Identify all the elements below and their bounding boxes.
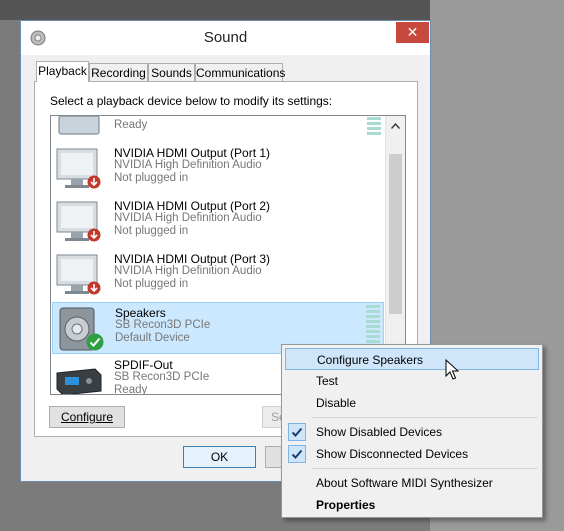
device-item-hdmi-1[interactable]: NVIDIA HDMI Output (Port 1) NVIDIA High …: [52, 143, 384, 195]
device-status: Not plugged in: [114, 172, 189, 184]
unplugged-arrow-icon: [87, 228, 101, 245]
device-item-hdmi-3[interactable]: NVIDIA HDMI Output (Port 3) NVIDIA High …: [52, 249, 384, 301]
window-title: Sound: [203, 29, 248, 46]
device-name: SPDIF-Out: [114, 358, 173, 372]
device-driver: NVIDIA High Definition Audio: [114, 212, 262, 224]
menu-item-show-disabled[interactable]: Show Disabled Devices: [285, 421, 539, 443]
menu-item-label: Disable: [316, 396, 357, 410]
menu-item-properties[interactable]: Properties: [285, 494, 539, 516]
spdif-receiver-icon: [55, 359, 103, 394]
checkmark-icon: [288, 445, 306, 463]
configure-label: Configure: [60, 410, 114, 424]
device-driver: SB Recon3D PCIe: [114, 371, 210, 383]
menu-item-label: Configure Speakers: [317, 353, 424, 367]
checkmark-icon: [288, 423, 306, 441]
device-item-hdmi-2[interactable]: NVIDIA HDMI Output (Port 2) NVIDIA High …: [52, 196, 384, 248]
tab-playback[interactable]: Playback: [36, 61, 89, 82]
configure-button[interactable]: Configure: [49, 406, 125, 428]
device-name: NVIDIA HDMI Output (Port 1): [114, 146, 271, 160]
device-name: NVIDIA HDMI Output (Port 2): [114, 199, 271, 213]
ok-label: OK: [210, 450, 229, 464]
speaker-device-icon: [55, 116, 103, 138]
tab-sounds[interactable]: Sounds: [148, 63, 195, 81]
menu-item-label: Test: [316, 374, 339, 388]
menu-item-test[interactable]: Test: [285, 370, 539, 392]
device-driver: SB Recon3D PCIe: [115, 319, 211, 331]
menu-item-label: About Software MIDI Synthesizer: [316, 476, 493, 490]
menu-item-configure-speakers[interactable]: Configure Speakers: [285, 348, 539, 370]
device-name: Speakers: [115, 306, 166, 320]
tab-recording[interactable]: Recording: [89, 63, 148, 81]
menu-item-label: Show Disabled Devices: [316, 425, 443, 439]
device-driver: NVIDIA High Definition Audio: [114, 159, 262, 171]
context-menu: Configure Speakers Test Disable Show Dis…: [281, 344, 543, 518]
device-driver: NVIDIA High Definition Audio: [114, 265, 262, 277]
scrollbar-thumb[interactable]: [389, 154, 402, 314]
title-bar[interactable]: Sound ✕: [21, 21, 430, 55]
volume-meter: [367, 116, 381, 138]
instruction-text: Select a playback device below to modify…: [50, 94, 333, 108]
scroll-up-icon[interactable]: [386, 116, 405, 136]
unplugged-arrow-icon: [87, 175, 101, 192]
menu-item-about-midi[interactable]: About Software MIDI Synthesizer: [285, 472, 539, 494]
default-check-icon: [86, 333, 104, 354]
device-status: Not plugged in: [114, 225, 189, 237]
menu-item-disable[interactable]: Disable: [285, 392, 539, 414]
ok-button[interactable]: OK: [183, 446, 256, 468]
device-status: Default Device: [115, 332, 190, 344]
close-icon: ✕: [406, 24, 419, 40]
menu-item-label: Show Disconnected Devices: [316, 447, 469, 461]
device-item-partial[interactable]: Ready: [52, 116, 384, 142]
device-status: Ready: [114, 384, 148, 395]
unplugged-arrow-icon: [87, 281, 101, 298]
close-button[interactable]: ✕: [396, 22, 429, 43]
menu-item-show-disconnected[interactable]: Show Disconnected Devices: [285, 443, 539, 465]
device-name: NVIDIA HDMI Output (Port 3): [114, 252, 271, 266]
tab-communications[interactable]: Communications: [195, 63, 285, 81]
device-status: Not plugged in: [114, 278, 189, 290]
device-status: Ready: [114, 119, 148, 131]
menu-separator: [312, 468, 538, 469]
mouse-cursor-icon: [445, 358, 460, 384]
menu-separator: [312, 417, 538, 418]
menu-item-label: Properties: [316, 498, 376, 512]
